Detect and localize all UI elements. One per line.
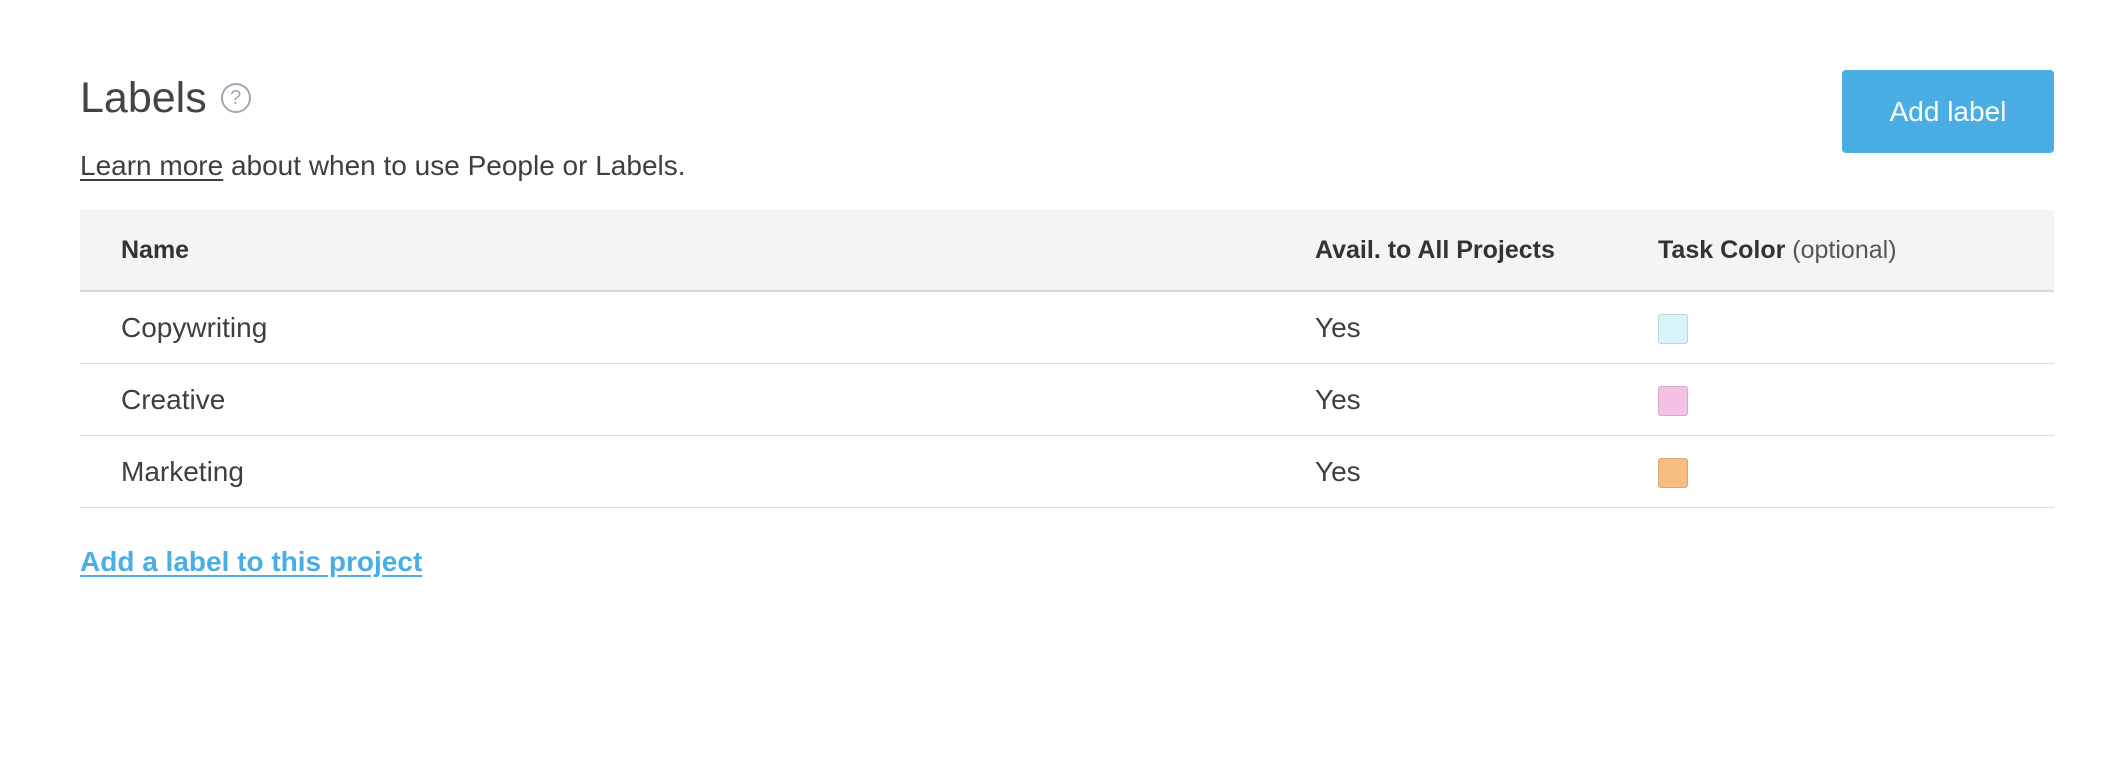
- add-label-button[interactable]: Add label: [1842, 70, 2054, 153]
- table-row[interactable]: Marketing Yes: [80, 436, 2054, 508]
- help-icon[interactable]: ?: [220, 83, 251, 113]
- table-header: Name Avail. to All Projects Task Color (…: [80, 210, 2054, 292]
- labels-header: Labels ? Learn more about when to use Pe…: [80, 68, 2054, 188]
- labels-page: Labels ? Learn more about when to use Pe…: [0, 0, 2128, 758]
- label-color-cell: [1658, 455, 2054, 488]
- label-name[interactable]: Creative: [80, 384, 1315, 416]
- subtitle-text: about when to use People or Labels.: [223, 150, 686, 181]
- label-avail: Yes: [1315, 455, 1361, 487]
- labels-table: Name Avail. to All Projects Task Color (…: [80, 210, 2054, 508]
- subtitle: Learn more about when to use People or L…: [80, 150, 2054, 182]
- column-header-color-label: Task Color: [1658, 235, 1786, 264]
- label-name[interactable]: Marketing: [80, 456, 1315, 488]
- add-label-to-project-link[interactable]: Add a label to this project: [80, 546, 422, 578]
- label-name[interactable]: Copywriting: [80, 312, 1315, 344]
- column-header-name[interactable]: Name: [80, 236, 1315, 265]
- column-header-avail[interactable]: Avail. to All Projects: [1315, 236, 1658, 265]
- table-row[interactable]: Copywriting Yes: [80, 292, 2054, 364]
- title-row: Labels ?: [80, 68, 2054, 128]
- page-title: Labels: [80, 73, 207, 122]
- label-avail: Yes: [1315, 383, 1361, 415]
- label-color-cell: [1658, 383, 2054, 416]
- table-row[interactable]: Creative Yes: [80, 364, 2054, 436]
- label-color-cell: [1658, 311, 2054, 344]
- color-swatch[interactable]: [1658, 385, 1688, 416]
- column-header-color-hint: (optional): [1792, 235, 1897, 264]
- label-avail: Yes: [1315, 311, 1361, 343]
- learn-more-link[interactable]: Learn more: [80, 150, 223, 181]
- color-swatch[interactable]: [1658, 457, 1688, 488]
- color-swatch[interactable]: [1658, 313, 1688, 344]
- column-header-color: Task Color (optional): [1658, 236, 2054, 265]
